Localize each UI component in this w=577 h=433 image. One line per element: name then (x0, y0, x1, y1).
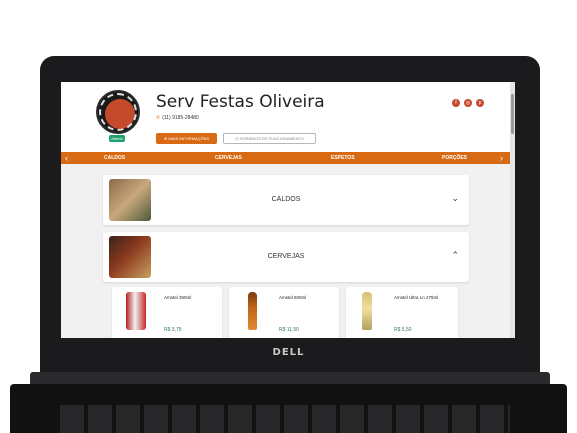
section-caldos-label: CALDOS (271, 196, 301, 203)
opening-hours-label: HORÁRIOS DE FUNCIONAMENTO (239, 136, 304, 141)
tab-cervejas[interactable]: CERVEJAS (215, 152, 242, 164)
tab-porcoes[interactable]: PORÇÕES (442, 152, 467, 164)
tab-espetos[interactable]: ESPETOS (331, 152, 355, 164)
status-badge: Aberto (109, 135, 125, 142)
product-card[interactable]: Amstel 600ml R$ 11,50 (229, 287, 339, 338)
product-name: Amstel 350ml (164, 295, 192, 300)
product-price: R$ 11,50 (279, 327, 299, 333)
instagram-icon[interactable]: ◎ (464, 99, 472, 107)
store-phone[interactable]: ✆ (11) 9185-28480 (156, 115, 199, 121)
chevron-up-icon[interactable]: ⌃ (451, 250, 459, 261)
pinterest-icon[interactable]: p (476, 99, 484, 107)
photo-scene: DELL Aberto Serv Festas Oliveira ✆ (11) 9… (0, 0, 577, 433)
more-info-label: MAIS INFORMAÇÕES (168, 136, 210, 141)
tab-caldos[interactable]: CALDOS (104, 152, 125, 164)
section-caldos[interactable]: CALDOS ⌄ (103, 175, 469, 225)
phone-number: (11) 9185-28480 (162, 115, 199, 121)
section-cervejas-label: CERVEJAS (267, 253, 305, 260)
product-price: R$ 5,50 (394, 327, 412, 333)
product-image (362, 292, 372, 330)
product-card[interactable]: Amstel Ultra Ln 275ml R$ 5,50 (346, 287, 458, 338)
product-name: Amstel Ultra Ln 275ml (394, 295, 439, 300)
chevron-down-icon[interactable]: ⌄ (451, 193, 459, 204)
chevron-left-icon[interactable]: ‹ (65, 152, 68, 164)
section-cervejas[interactable]: CERVEJAS ⌃ (103, 232, 469, 282)
product-card[interactable]: Amstel 350ml R$ 3,75 (112, 287, 222, 338)
facebook-icon[interactable]: f (452, 99, 460, 107)
product-name: Amstel 600ml (279, 295, 307, 300)
store-logo (96, 90, 140, 134)
product-image (126, 292, 146, 330)
keyboard (60, 405, 510, 433)
scrollbar-thumb[interactable] (511, 94, 514, 134)
scrollbar[interactable] (510, 82, 515, 338)
laptop-brand-logo: DELL (272, 347, 305, 358)
category-nav: ‹ CALDOS CERVEJAS ESPETOS PORÇÕES › (61, 152, 510, 164)
opening-hours-button[interactable]: ◷ HORÁRIOS DE FUNCIONAMENTO (223, 133, 316, 144)
chevron-right-icon[interactable]: › (500, 152, 503, 164)
laptop-screen: Aberto Serv Festas Oliveira ✆ (11) 9185-2… (61, 82, 515, 338)
store-title: Serv Festas Oliveira (156, 92, 325, 112)
store-header: Aberto Serv Festas Oliveira ✆ (11) 9185-2… (61, 82, 515, 152)
logo-ring (99, 93, 137, 131)
product-image (248, 292, 257, 330)
more-info-button[interactable]: ⊕ MAIS INFORMAÇÕES (156, 133, 217, 144)
product-price: R$ 3,75 (164, 327, 182, 333)
phone-icon: ✆ (156, 115, 161, 121)
